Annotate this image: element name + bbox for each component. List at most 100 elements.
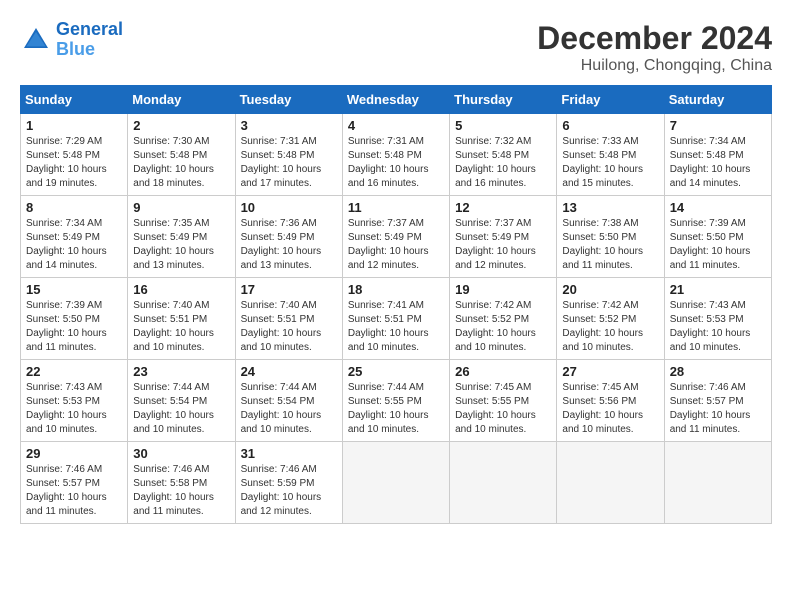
day-number: 17 [241, 282, 337, 297]
calendar-day [557, 442, 664, 524]
day-info: Sunrise: 7:31 AMSunset: 5:48 PMDaylight:… [348, 135, 444, 191]
calendar-day: 14 Sunrise: 7:39 AMSunset: 5:50 PMDayligh… [664, 196, 771, 278]
day-info: Sunrise: 7:40 AMSunset: 5:51 PMDaylight:… [241, 299, 337, 355]
day-number: 29 [26, 446, 122, 461]
weekday-header: Wednesday [342, 86, 449, 114]
day-number: 12 [455, 200, 551, 215]
calendar-day: 11 Sunrise: 7:37 AMSunset: 5:49 PMDayligh… [342, 196, 449, 278]
logo-icon [20, 24, 52, 56]
day-number: 2 [133, 118, 229, 133]
day-info: Sunrise: 7:37 AMSunset: 5:49 PMDaylight:… [348, 217, 444, 273]
weekday-header: Friday [557, 86, 664, 114]
calendar-day: 16Sunrise: 7:40 AMSunset: 5:51 PMDayligh… [128, 278, 235, 360]
day-number: 11 [348, 200, 444, 215]
day-info: Sunrise: 7:42 AMSunset: 5:52 PMDaylight:… [562, 299, 658, 355]
day-info: Sunrise: 7:46 AMSunset: 5:59 PMDaylight:… [241, 463, 337, 519]
day-info: Sunrise: 7:40 AMSunset: 5:51 PMDaylight:… [133, 299, 229, 355]
day-number: 20 [562, 282, 658, 297]
calendar-day: 27Sunrise: 7:45 AMSunset: 5:56 PMDayligh… [557, 360, 664, 442]
day-info: Sunrise: 7:31 AMSunset: 5:48 PMDaylight:… [241, 135, 337, 191]
weekday-header: Monday [128, 86, 235, 114]
calendar-day: 6Sunrise: 7:33 AMSunset: 5:48 PMDaylight… [557, 114, 664, 196]
day-number: 10 [241, 200, 337, 215]
calendar-day: 19 Sunrise: 7:42 AMSunset: 5:52 PMDayligh… [450, 278, 557, 360]
weekday-header: Tuesday [235, 86, 342, 114]
calendar-day: 24 Sunrise: 7:44 AMSunset: 5:54 PMDayligh… [235, 360, 342, 442]
calendar-day [342, 442, 449, 524]
day-info: Sunrise: 7:32 AMSunset: 5:48 PMDaylight:… [455, 135, 551, 191]
day-info: Sunrise: 7:44 AMSunset: 5:55 PMDaylight:… [348, 381, 444, 437]
day-number: 21 [670, 282, 766, 297]
day-number: 31 [241, 446, 337, 461]
day-info: Sunrise: 7:39 AMSunset: 5:50 PMDaylight:… [26, 299, 122, 355]
day-number: 25 [348, 364, 444, 379]
day-info: Sunrise: 7:45 AMSunset: 5:55 PMDaylight:… [455, 381, 551, 437]
calendar-week: 22Sunrise: 7:43 AMSunset: 5:53 PMDayligh… [21, 360, 772, 442]
calendar-day: 30 Sunrise: 7:46 AMSunset: 5:58 PMDayligh… [128, 442, 235, 524]
calendar-week: 1 Sunrise: 7:29 AMSunset: 5:48 PMDaylight… [21, 114, 772, 196]
calendar-day: 20 Sunrise: 7:42 AMSunset: 5:52 PMDayligh… [557, 278, 664, 360]
weekday-header: Thursday [450, 86, 557, 114]
title-block: December 2024 Huilong, Chongqing, China [537, 20, 772, 75]
day-info: Sunrise: 7:39 AMSunset: 5:50 PMDaylight:… [670, 217, 766, 273]
calendar-day: 25 Sunrise: 7:44 AMSunset: 5:55 PMDayligh… [342, 360, 449, 442]
day-number: 18 [348, 282, 444, 297]
calendar-day: 1 Sunrise: 7:29 AMSunset: 5:48 PMDaylight… [21, 114, 128, 196]
day-info: Sunrise: 7:44 AMSunset: 5:54 PMDaylight:… [241, 381, 337, 437]
day-info: Sunrise: 7:46 AMSunset: 5:58 PMDaylight:… [133, 463, 229, 519]
calendar-week: 29 Sunrise: 7:46 AMSunset: 5:57 PMDayligh… [21, 442, 772, 524]
calendar-day: 17 Sunrise: 7:40 AMSunset: 5:51 PMDayligh… [235, 278, 342, 360]
day-number: 24 [241, 364, 337, 379]
day-info: Sunrise: 7:36 AMSunset: 5:49 PMDaylight:… [241, 217, 337, 273]
calendar-day: 3 Sunrise: 7:31 AMSunset: 5:48 PMDaylight… [235, 114, 342, 196]
day-number: 22 [26, 364, 122, 379]
day-info: Sunrise: 7:46 AMSunset: 5:57 PMDaylight:… [26, 463, 122, 519]
page-header: General Blue December 2024 Huilong, Chon… [20, 20, 772, 75]
day-number: 30 [133, 446, 229, 461]
location: Huilong, Chongqing, China [537, 57, 772, 75]
day-number: 3 [241, 118, 337, 133]
calendar-day: 26Sunrise: 7:45 AMSunset: 5:55 PMDayligh… [450, 360, 557, 442]
calendar-day: 31 Sunrise: 7:46 AMSunset: 5:59 PMDayligh… [235, 442, 342, 524]
day-number: 7 [670, 118, 766, 133]
day-info: Sunrise: 7:38 AMSunset: 5:50 PMDaylight:… [562, 217, 658, 273]
day-info: Sunrise: 7:29 AMSunset: 5:48 PMDaylight:… [26, 135, 122, 191]
day-number: 14 [670, 200, 766, 215]
calendar-week: 15 Sunrise: 7:39 AMSunset: 5:50 PMDayligh… [21, 278, 772, 360]
calendar-day: 5 Sunrise: 7:32 AMSunset: 5:48 PMDaylight… [450, 114, 557, 196]
calendar-day: 21 Sunrise: 7:43 AMSunset: 5:53 PMDayligh… [664, 278, 771, 360]
day-info: Sunrise: 7:37 AMSunset: 5:49 PMDaylight:… [455, 217, 551, 273]
calendar-week: 8 Sunrise: 7:34 AMSunset: 5:49 PMDaylight… [21, 196, 772, 278]
day-number: 5 [455, 118, 551, 133]
day-number: 15 [26, 282, 122, 297]
day-info: Sunrise: 7:43 AMSunset: 5:53 PMDaylight:… [670, 299, 766, 355]
day-info: Sunrise: 7:34 AMSunset: 5:48 PMDaylight:… [670, 135, 766, 191]
day-number: 19 [455, 282, 551, 297]
day-info: Sunrise: 7:30 AMSunset: 5:48 PMDaylight:… [133, 135, 229, 191]
day-info: Sunrise: 7:46 AMSunset: 5:57 PMDaylight:… [670, 381, 766, 437]
calendar-day: 13 Sunrise: 7:38 AMSunset: 5:50 PMDayligh… [557, 196, 664, 278]
day-number: 6 [562, 118, 658, 133]
day-info: Sunrise: 7:34 AMSunset: 5:49 PMDaylight:… [26, 217, 122, 273]
calendar: SundayMondayTuesdayWednesdayThursdayFrid… [20, 85, 772, 524]
calendar-day [664, 442, 771, 524]
logo: General Blue [20, 20, 123, 60]
calendar-day [450, 442, 557, 524]
calendar-day: 12 Sunrise: 7:37 AMSunset: 5:49 PMDayligh… [450, 196, 557, 278]
calendar-day: 15 Sunrise: 7:39 AMSunset: 5:50 PMDayligh… [21, 278, 128, 360]
calendar-day: 23Sunrise: 7:44 AMSunset: 5:54 PMDayligh… [128, 360, 235, 442]
day-number: 13 [562, 200, 658, 215]
day-number: 4 [348, 118, 444, 133]
weekday-header: Sunday [21, 86, 128, 114]
day-info: Sunrise: 7:35 AMSunset: 5:49 PMDaylight:… [133, 217, 229, 273]
calendar-day: 8 Sunrise: 7:34 AMSunset: 5:49 PMDaylight… [21, 196, 128, 278]
day-number: 23 [133, 364, 229, 379]
calendar-day: 29 Sunrise: 7:46 AMSunset: 5:57 PMDayligh… [21, 442, 128, 524]
day-number: 9 [133, 200, 229, 215]
day-number: 1 [26, 118, 122, 133]
logo-text: General Blue [56, 20, 123, 60]
calendar-day: 10 Sunrise: 7:36 AMSunset: 5:49 PMDayligh… [235, 196, 342, 278]
weekday-header: Saturday [664, 86, 771, 114]
day-info: Sunrise: 7:42 AMSunset: 5:52 PMDaylight:… [455, 299, 551, 355]
day-number: 8 [26, 200, 122, 215]
